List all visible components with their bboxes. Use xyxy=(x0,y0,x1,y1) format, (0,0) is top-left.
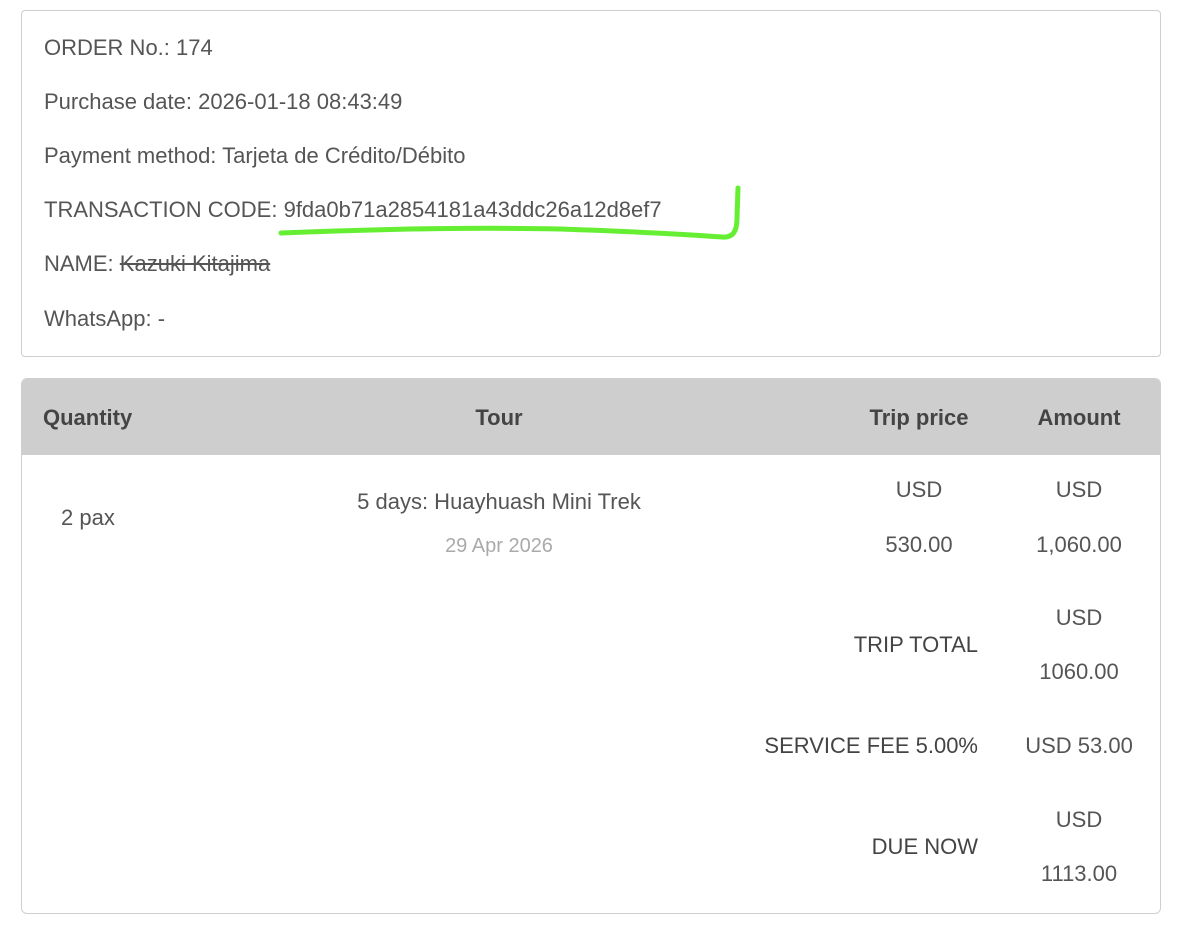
price-value: 530.00 xyxy=(885,532,953,557)
service-fee-label: SERVICE FEE 5.00% xyxy=(764,733,978,758)
tour-date: 29 Apr 2026 xyxy=(445,535,553,557)
order-info-card: ORDER No.: 174 Purchase date: 2026-01-18… xyxy=(21,10,1161,357)
customer-name-line: NAME: Kazuki Kitajima xyxy=(44,251,270,277)
due-now-label: DUE NOW xyxy=(871,834,978,859)
header-amount: Amount xyxy=(1037,405,1121,430)
table-header: Quantity Tour Trip price Amount xyxy=(22,379,1160,455)
transaction-code-line: TRANSACTION CODE: 9fda0b71a2854181a43ddc… xyxy=(44,197,662,223)
trip-total-value: 1060.00 xyxy=(1039,659,1119,684)
price-currency: USD xyxy=(895,477,943,502)
trip-total-label: TRIP TOTAL xyxy=(853,632,978,657)
payment-method: Payment method: Tarjeta de Crédito/Débit… xyxy=(44,143,466,168)
service-fee-value: USD 53.00 xyxy=(1025,733,1133,758)
whatsapp-line: WhatsApp: - xyxy=(44,306,166,331)
customer-name-label: NAME: xyxy=(44,251,120,276)
transaction-code-label: TRANSACTION CODE: xyxy=(44,197,284,222)
amount-currency: USD xyxy=(1055,477,1103,502)
due-now-value: 1113.00 xyxy=(1040,861,1118,886)
header-trip-price: Trip price xyxy=(869,405,969,430)
row-quantity: 2 pax xyxy=(61,505,115,530)
amount-value: 1,060.00 xyxy=(1036,532,1122,557)
tour-name: 5 days: Huayhuash Mini Trek xyxy=(357,489,641,514)
customer-name-value: Kazuki Kitajima xyxy=(119,251,271,276)
order-number: ORDER No.: 174 xyxy=(44,35,213,60)
transaction-code-value[interactable]: 9fda0b71a2854181a43ddc26a12d8ef7 xyxy=(284,197,662,222)
purchase-date: Purchase date: 2026-01-18 08:43:49 xyxy=(44,89,403,114)
header-quantity: Quantity xyxy=(43,405,133,430)
header-tour: Tour xyxy=(475,405,523,430)
due-now-currency: USD xyxy=(1055,807,1103,832)
trip-total-currency: USD xyxy=(1055,605,1103,630)
order-table: Quantity Tour Trip price Amount 2 pax 5 … xyxy=(21,378,1161,914)
